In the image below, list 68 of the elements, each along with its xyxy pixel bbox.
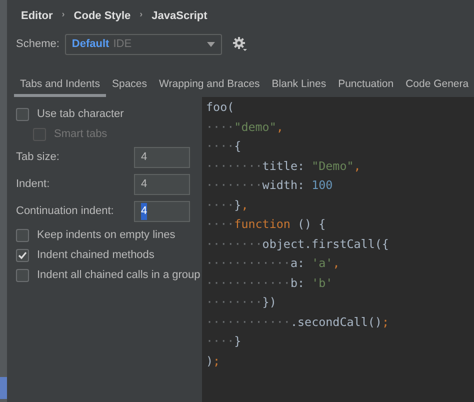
- tab[interactable]: Tabs and Indents: [14, 75, 106, 97]
- whitespace-dots: ········: [206, 295, 262, 309]
- selected-item-marker: [0, 377, 7, 400]
- whitespace-dots: ····: [206, 120, 234, 134]
- settings-icon[interactable]: [232, 37, 247, 51]
- code-token: "Demo": [312, 158, 354, 172]
- tab[interactable]: Punctuation: [332, 75, 400, 97]
- whitespace-dots: ····: [206, 217, 234, 231]
- code-token: ,: [276, 120, 284, 134]
- code-token: width:: [262, 178, 306, 192]
- code-token: ;: [382, 314, 389, 328]
- code-token: {: [234, 139, 242, 153]
- code-token: "demo": [234, 120, 276, 134]
- code-token: title:: [262, 158, 306, 172]
- code-token: 'a': [312, 256, 333, 270]
- input-field[interactable]: 4: [134, 201, 190, 222]
- whitespace-dots: ····: [206, 139, 234, 153]
- field-label: Tab size:: [16, 150, 60, 166]
- checkbox-label: Smart tabs: [54, 126, 108, 142]
- breadcrumb-link[interactable]: Editor: [21, 8, 53, 28]
- code-token: ,: [241, 198, 248, 212]
- code-token: 'b': [312, 276, 333, 290]
- checkbox[interactable]: [16, 228, 29, 242]
- whitespace-dots: ········: [206, 158, 262, 172]
- whitespace-dots: ····: [206, 334, 234, 348]
- code-token: ,: [354, 158, 361, 172]
- whitespace-dots: ············: [206, 314, 290, 328]
- code-token: () {: [296, 217, 326, 231]
- code-token: object.firstCall({: [262, 236, 389, 250]
- code-token: foo(: [206, 100, 234, 114]
- code-token: ;: [213, 354, 220, 368]
- checkbox[interactable]: [16, 108, 29, 120]
- breadcrumb-separator: ›: [140, 8, 143, 21]
- checkbox[interactable]: [16, 268, 29, 282]
- whitespace-dots: ········: [206, 178, 262, 192]
- caret-icon: [206, 42, 215, 46]
- code-token: b:: [290, 276, 306, 290]
- code-token: 100: [312, 178, 333, 192]
- tab[interactable]: Blank Lines: [266, 75, 332, 97]
- checkbox[interactable]: [16, 248, 29, 262]
- tab[interactable]: Code Genera: [400, 75, 469, 97]
- input-field[interactable]: 4: [134, 174, 190, 195]
- whitespace-dots: ············: [206, 276, 290, 290]
- whitespace-dots: ············: [206, 256, 290, 270]
- whitespace-dots: ····: [206, 198, 234, 212]
- input-field[interactable]: 4: [134, 147, 190, 168]
- checkbox-label: Keep indents on empty lines: [37, 228, 176, 243]
- whitespace-dots: ········: [206, 236, 262, 250]
- field-label: Continuation indent:: [16, 204, 114, 220]
- code-token: ,: [332, 256, 340, 270]
- code-token: function: [234, 217, 290, 231]
- breadcrumb-separator: ›: [62, 8, 65, 21]
- tab[interactable]: Wrapping and Braces: [153, 75, 266, 97]
- breadcrumb-link[interactable]: JavaScript: [152, 8, 208, 28]
- code-token: .secondCall(): [290, 314, 382, 328]
- checkbox-label: Indent all chained calls in a group: [37, 268, 200, 283]
- scheme-dropdown[interactable]: Default IDE: [64, 34, 222, 54]
- code-token: ): [206, 354, 214, 368]
- field-label: Indent:: [16, 177, 50, 192]
- tab[interactable]: Spaces: [106, 75, 154, 97]
- code-token: }: [234, 334, 242, 348]
- breadcrumb-link[interactable]: Code Style: [74, 8, 131, 28]
- code-token: }): [262, 295, 276, 309]
- checkbox-label: Use tab character: [37, 106, 124, 122]
- checkbox-label: Indent chained methods: [37, 248, 154, 263]
- code-token: a:: [290, 256, 306, 270]
- code-token: }: [234, 198, 242, 212]
- scheme-label: Scheme:: [16, 36, 60, 52]
